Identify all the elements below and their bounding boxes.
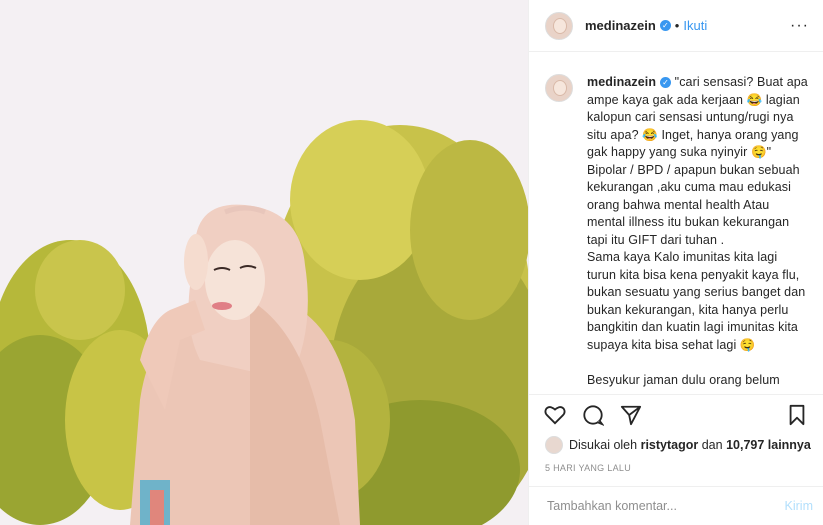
likes-count[interactable]: 10,797 lainnya: [726, 438, 811, 452]
avatar[interactable]: [545, 11, 573, 40]
comments-section[interactable]: medinazein ✓ "cari sensasi? Buat apa ampe…: [529, 52, 823, 394]
like-heart-icon[interactable]: [543, 403, 567, 427]
post-timestamp[interactable]: 5 HARI YANG LALU: [545, 463, 631, 473]
liker-username[interactable]: ristytagor: [641, 438, 699, 452]
photo-illustration: [0, 0, 528, 525]
caption-username[interactable]: medinazein: [587, 75, 656, 89]
more-options-icon[interactable]: ···: [790, 17, 809, 35]
post-header: medinazein ✓ • Ikuti ···: [529, 0, 823, 52]
likes-middle: dan: [701, 438, 723, 452]
verified-badge-icon: ✓: [660, 77, 672, 89]
post-sidebar: medinazein ✓ • Ikuti ··· medinazein ✓ "ca…: [528, 0, 823, 525]
caption-body: medinazein ✓ "cari sensasi? Buat apa ampe…: [587, 74, 809, 389]
caption: medinazein ✓ "cari sensasi? Buat apa ampe…: [529, 52, 823, 389]
header-username[interactable]: medinazein: [585, 18, 656, 33]
follow-button[interactable]: Ikuti: [683, 18, 707, 33]
header-separator: •: [674, 18, 680, 33]
share-icon[interactable]: [619, 403, 643, 427]
likes-line: Disukai oleh ristytagor dan 10,797 lainn…: [545, 436, 811, 454]
action-bar: [529, 394, 823, 434]
instagram-post: medinazein ✓ • Ikuti ··· medinazein ✓ "ca…: [0, 0, 823, 525]
caption-text: "cari sensasi? Buat apa ampe kaya gak ad…: [587, 75, 808, 387]
post-photo[interactable]: [0, 0, 528, 525]
post-comment-button[interactable]: Kirim: [785, 499, 813, 513]
liker-avatar[interactable]: [545, 436, 563, 454]
comment-input[interactable]: [545, 498, 785, 514]
bookmark-icon[interactable]: [785, 403, 809, 427]
add-comment-bar: Kirim: [529, 486, 823, 525]
comment-icon[interactable]: [581, 403, 605, 427]
verified-badge-icon: ✓: [659, 20, 671, 31]
likes-prefix: Disukai oleh: [569, 438, 638, 452]
caption-avatar[interactable]: [545, 74, 573, 102]
